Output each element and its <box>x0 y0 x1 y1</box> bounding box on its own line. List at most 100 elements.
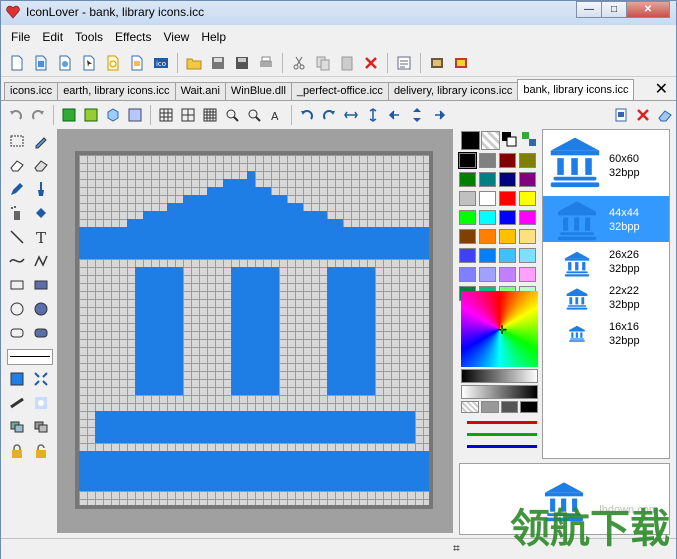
palette-swatch[interactable] <box>499 267 516 282</box>
palette-swatch[interactable] <box>459 210 476 225</box>
palette-swatch[interactable] <box>519 172 536 187</box>
alpha-slider[interactable] <box>461 385 538 399</box>
filled-rectangle-tool[interactable] <box>31 275 51 295</box>
close-tab-icon[interactable]: ✕ <box>655 81 668 99</box>
maximize-button[interactable]: □ <box>601 1 627 18</box>
ellipse-tool[interactable] <box>7 299 27 319</box>
delete-format-button[interactable] <box>634 106 652 124</box>
palette-swatch[interactable] <box>519 248 536 263</box>
zoom-text-button[interactable]: A <box>267 106 285 124</box>
palette-swatch[interactable] <box>519 153 536 168</box>
palette-swatch[interactable] <box>479 191 496 206</box>
palette-swatch[interactable] <box>519 191 536 206</box>
pencil-tool[interactable] <box>7 179 27 199</box>
redo-button[interactable] <box>29 106 47 124</box>
open-button[interactable] <box>184 53 204 73</box>
new-image-button[interactable] <box>55 53 75 73</box>
palette-swatch[interactable] <box>499 248 516 263</box>
lock-tool[interactable] <box>7 441 27 461</box>
shade-swatch-1[interactable] <box>461 401 479 413</box>
cut-button[interactable] <box>289 53 309 73</box>
palette-swatch[interactable] <box>519 229 536 244</box>
transparent-color-swatch[interactable] <box>481 131 500 150</box>
tab-bank-library[interactable]: bank, library icons.icc <box>517 79 635 100</box>
flip-vertical-button[interactable] <box>364 106 382 124</box>
brightness-slider[interactable] <box>461 369 538 383</box>
color-picker-button[interactable] <box>521 131 538 148</box>
new-library-button[interactable] <box>31 53 51 73</box>
extract-button[interactable] <box>427 53 447 73</box>
palette-swatch[interactable] <box>459 191 476 206</box>
new-animated-cursor-button[interactable] <box>103 53 123 73</box>
primary-color-swatch[interactable] <box>461 131 480 150</box>
save-all-button[interactable] <box>232 53 252 73</box>
tab-earth-library[interactable]: earth, library icons.icc <box>57 82 176 100</box>
layers-2-tool[interactable] <box>31 417 51 437</box>
tab-delivery-library[interactable]: delivery, library icons.icc <box>387 82 519 100</box>
move-left-button[interactable] <box>386 106 404 124</box>
red-slider[interactable] <box>467 421 537 424</box>
line-tool[interactable] <box>7 227 27 247</box>
new-cursor-button[interactable] <box>79 53 99 73</box>
cube-button[interactable] <box>104 106 122 124</box>
format-item-44[interactable]: 44x44 32bpp <box>543 196 669 242</box>
polyline-tool[interactable] <box>31 251 51 271</box>
spray-tool[interactable] <box>7 203 27 223</box>
copy-button[interactable] <box>313 53 333 73</box>
rotate-right-button[interactable] <box>320 106 338 124</box>
paste-button[interactable] <box>337 53 357 73</box>
palette-swatch[interactable] <box>479 248 496 263</box>
move-right-button[interactable] <box>430 106 448 124</box>
palette-swatch[interactable] <box>479 210 496 225</box>
rounded-rect-tool[interactable] <box>7 323 27 343</box>
zoom-in-button[interactable] <box>223 106 241 124</box>
new-file-button[interactable] <box>7 53 27 73</box>
eraser-tool[interactable] <box>7 155 27 175</box>
palette-swatch[interactable] <box>459 248 476 263</box>
palette-swatch[interactable] <box>458 152 477 169</box>
glow-tool[interactable] <box>31 393 51 413</box>
rect-select-tool[interactable] <box>7 131 27 151</box>
menu-view[interactable]: View <box>158 27 196 47</box>
move-up-down-button[interactable] <box>408 106 426 124</box>
palette-swatch[interactable] <box>499 210 516 225</box>
tab-wait-ani[interactable]: Wait.ani <box>174 82 226 100</box>
menu-effects[interactable]: Effects <box>109 27 157 47</box>
palette-swatch[interactable] <box>479 267 496 282</box>
text-tool[interactable]: T <box>31 227 51 247</box>
curve-tool[interactable] <box>7 251 27 271</box>
grid-button[interactable] <box>157 106 175 124</box>
color-eraser-tool[interactable] <box>31 155 51 175</box>
format-item-22[interactable]: 22x22 32bpp <box>543 282 669 316</box>
rectangle-tool[interactable] <box>7 275 27 295</box>
palette-swatch[interactable] <box>479 172 496 187</box>
add-format-2-button[interactable] <box>82 106 100 124</box>
palette-swatch[interactable] <box>499 153 516 168</box>
shrink-tool[interactable] <box>31 369 51 389</box>
palette-swatch[interactable] <box>519 267 536 282</box>
rotate-left-button[interactable] <box>298 106 316 124</box>
fill-tool[interactable] <box>31 203 51 223</box>
icon-library-button[interactable]: ico <box>151 53 171 73</box>
color-gradient-picker[interactable]: ✛ <box>461 291 538 367</box>
format-item-60[interactable]: 60x60 32bpp <box>543 132 669 188</box>
new-icon-button[interactable] <box>127 53 147 73</box>
grid-center-button[interactable] <box>179 106 197 124</box>
palette-swatch[interactable] <box>459 267 476 282</box>
brush-tool[interactable] <box>31 179 51 199</box>
unlock-tool[interactable] <box>31 441 51 461</box>
palette-swatch[interactable] <box>479 153 496 168</box>
format-item-26[interactable]: 26x26 32bpp <box>543 246 669 280</box>
palette-swatch[interactable] <box>519 210 536 225</box>
tab-icons[interactable]: icons.icc <box>4 82 59 100</box>
antialias-tool[interactable] <box>7 393 27 413</box>
line-width-selector[interactable] <box>7 349 53 365</box>
palette-swatch[interactable] <box>459 229 476 244</box>
print-button[interactable] <box>256 53 276 73</box>
palette-swatch[interactable] <box>499 191 516 206</box>
menu-edit[interactable]: Edit <box>36 27 69 47</box>
close-button[interactable]: ✕ <box>626 1 670 18</box>
save-button[interactable] <box>208 53 228 73</box>
library-book-button[interactable] <box>451 53 471 73</box>
palette-swatch[interactable] <box>499 172 516 187</box>
